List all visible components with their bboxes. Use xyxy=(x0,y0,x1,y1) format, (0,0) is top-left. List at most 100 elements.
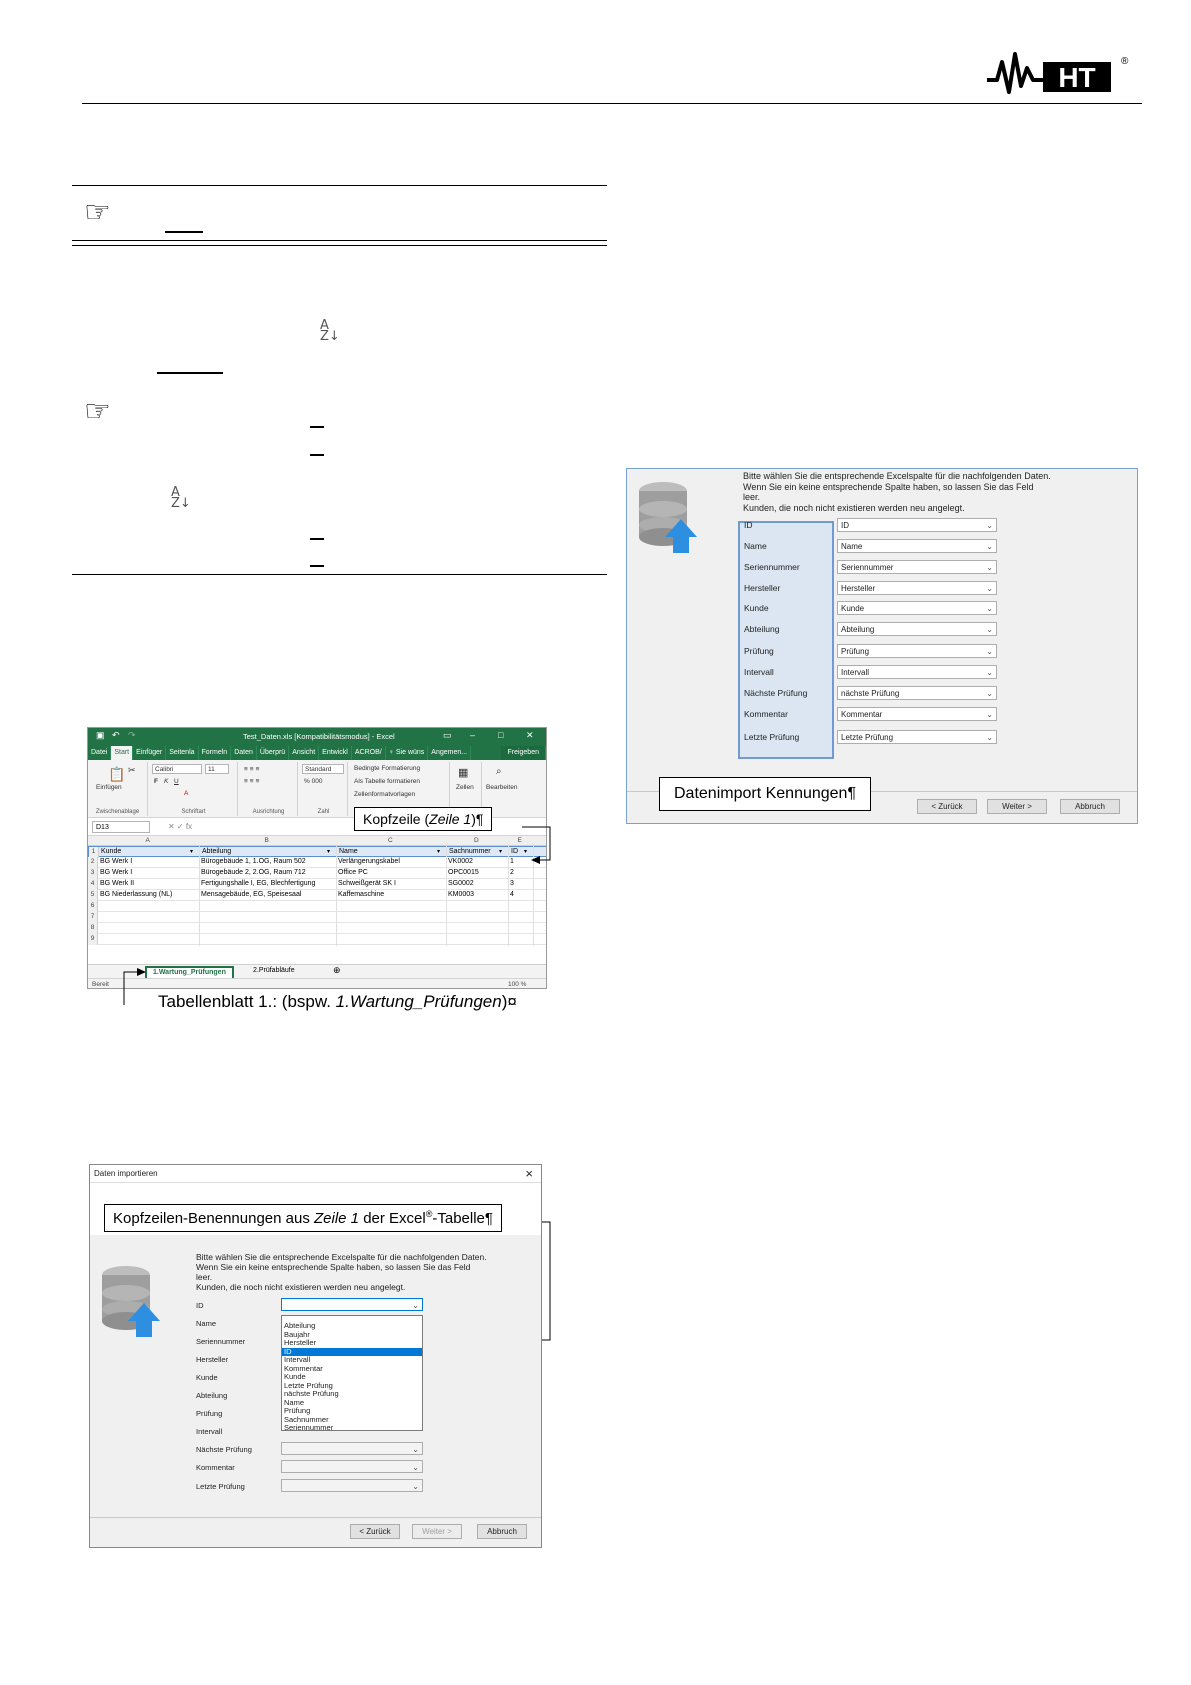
callout-text-3: der Excel xyxy=(359,1210,426,1227)
field-highlight-box xyxy=(738,521,834,759)
field-value: Intervall xyxy=(841,668,870,677)
field-select[interactable]: Kunde ⌄ xyxy=(837,601,997,615)
field-label: Letzte Prüfung xyxy=(196,1482,245,1491)
field-label: Name xyxy=(744,541,767,551)
field-value: Prüfung xyxy=(841,647,870,656)
label-text-end: )¤ xyxy=(501,992,517,1011)
field-label: Letzte Prüfung xyxy=(744,732,800,742)
dialog-titlebar: Daten importieren × xyxy=(90,1165,541,1183)
benennungen-callout: Kopfzeilen-Benennungen aus Zeile 1 der E… xyxy=(104,1204,502,1232)
field-select[interactable]: Abteilung ⌄ xyxy=(837,622,997,636)
field-label: Seriennummer xyxy=(196,1337,246,1346)
field-select[interactable]: Seriennummer ⌄ xyxy=(837,560,997,574)
field-label: ID xyxy=(744,520,753,530)
callout-text-2: Kopfzeilen-Benennungen aus xyxy=(113,1210,314,1227)
field-value: ID xyxy=(841,521,849,530)
instruction-text-2: Bitte wählen Sie die entsprechende Excel… xyxy=(196,1252,487,1292)
field-select[interactable]: Kommentar ⌄ xyxy=(837,707,997,721)
field-label: Prüfung xyxy=(196,1409,223,1418)
field-value: nächste Prüfung xyxy=(841,689,900,698)
cancel-button[interactable]: Abbruch xyxy=(1060,799,1120,814)
database-import-icon-2 xyxy=(102,1266,160,1337)
chevron-down-icon: ⌄ xyxy=(986,733,993,742)
instruction-line: Bitte wählen Sie die entsprechende Excel… xyxy=(743,471,1051,481)
field-select[interactable]: ⌄ xyxy=(281,1460,423,1473)
field-label: Nächste Prüfung xyxy=(744,688,808,698)
chevron-down-icon: ⌄ xyxy=(986,668,993,677)
field-label: Abteilung xyxy=(744,624,780,634)
field-value: Hersteller xyxy=(841,584,876,593)
import-mapping-dialog: Bitte wählen Sie die entsprechende Excel… xyxy=(626,468,1138,824)
label-italic: 1.Wartung_Prüfungen xyxy=(335,992,502,1011)
next-button-disabled[interactable]: Weiter > xyxy=(412,1524,462,1539)
field-value: Abteilung xyxy=(841,625,875,634)
field-select[interactable]: ⌄ xyxy=(281,1298,423,1311)
field-label: Hersteller xyxy=(196,1355,229,1364)
database-import-icon xyxy=(639,482,697,553)
field-value: Name xyxy=(841,542,863,551)
field-label: Kunde xyxy=(196,1373,218,1382)
field-select[interactable]: Letzte Prüfung ⌄ xyxy=(837,730,997,744)
dialog-divider-2 xyxy=(90,1517,541,1518)
field-label: Prüfung xyxy=(744,646,774,656)
list-item[interactable]: Hersteller xyxy=(282,1338,422,1348)
field-label: Abteilung xyxy=(196,1391,228,1400)
field-select[interactable]: ⌄ xyxy=(281,1442,423,1455)
chevron-down-icon: ⌄ xyxy=(986,710,993,719)
back-button[interactable]: < Zurück xyxy=(917,799,977,814)
field-value: Kunde xyxy=(841,604,865,613)
instruction-line: Kunden, die noch nicht existieren werden… xyxy=(196,1282,406,1292)
field-label: Nächste Prüfung xyxy=(196,1445,252,1454)
instruction-line: Wenn Sie ein keine entsprechende Spalte … xyxy=(743,481,1034,492)
cancel-button-2[interactable]: Abbruch xyxy=(477,1524,527,1539)
chevron-down-icon: ⌄ xyxy=(986,542,993,551)
instruction-line: Kunden, die noch nicht existieren werden… xyxy=(743,502,965,513)
next-button[interactable]: Weiter > xyxy=(987,799,1047,814)
field-label: Kommentar xyxy=(196,1463,235,1472)
chevron-down-icon: ⌄ xyxy=(412,1301,419,1310)
field-label: Kommentar xyxy=(744,709,788,719)
field-select[interactable]: Hersteller ⌄ xyxy=(837,581,997,595)
field-select[interactable]: ⌄ xyxy=(281,1479,423,1492)
instruction-line: Wenn Sie ein keine entsprechende Spalte … xyxy=(196,1262,471,1272)
field-label: Intervall xyxy=(744,667,774,677)
instruction-line: Bitte wählen Sie die entsprechende Excel… xyxy=(196,1252,487,1262)
field-label: Seriennummer xyxy=(744,562,800,572)
chevron-down-icon: ⌄ xyxy=(986,647,993,656)
chevron-down-icon: ⌄ xyxy=(986,563,993,572)
field-select[interactable]: Prüfung ⌄ xyxy=(837,644,997,658)
dialog-close-icon[interactable]: × xyxy=(525,1166,533,1181)
callout-text-4: -Tabelle¶ xyxy=(432,1210,493,1227)
kennungen-callout: Datenimport Kennungen¶ xyxy=(659,777,872,811)
chevron-down-icon: ⌄ xyxy=(412,1445,419,1454)
field-value: Letzte Prüfung xyxy=(841,733,894,742)
field-select[interactable]: Intervall ⌄ xyxy=(837,665,997,679)
chevron-down-icon: ⌄ xyxy=(986,604,993,613)
column-options-list[interactable]: Abteilung Baujahr Hersteller ID Intervall Kom… xyxy=(281,1315,423,1433)
chevron-down-icon: ⌄ xyxy=(986,689,993,698)
chevron-down-icon: ⌄ xyxy=(412,1482,419,1491)
callout-italic-2: Zeile 1 xyxy=(314,1210,360,1227)
back-button-2[interactable]: < Zurück xyxy=(350,1524,400,1539)
chevron-down-icon: ⌄ xyxy=(986,625,993,634)
field-select[interactable]: ID ⌄ xyxy=(837,518,997,532)
field-select[interactable]: Name ⌄ xyxy=(837,539,997,553)
field-label: Name xyxy=(196,1319,217,1328)
label-text: Tabellenblatt 1.: (bspw. xyxy=(158,992,336,1011)
instruction-line: leer. xyxy=(743,492,761,502)
field-select[interactable]: nächste Prüfung ⌄ xyxy=(837,686,997,700)
chevron-down-icon: ⌄ xyxy=(986,584,993,593)
field-value: Seriennummer xyxy=(841,563,894,572)
dialog-title: Daten importieren xyxy=(94,1169,158,1178)
field-label: Intervall xyxy=(196,1427,223,1436)
instruction-line: leer. xyxy=(196,1272,213,1282)
tabellenblatt-label: Tabellenblatt 1.: (bspw. 1.Wartung_Prüfu… xyxy=(158,992,517,1012)
chevron-down-icon: ⌄ xyxy=(412,1463,419,1472)
chevron-down-icon: ⌄ xyxy=(986,521,993,530)
field-label: Kunde xyxy=(744,603,769,613)
field-label: ID xyxy=(196,1301,204,1310)
instruction-text: Bitte wählen Sie die entsprechende Excel… xyxy=(743,471,1051,513)
list-item[interactable]: Seriennummer xyxy=(282,1423,422,1433)
field-value: Kommentar xyxy=(841,710,883,719)
field-label: Hersteller xyxy=(744,583,781,593)
